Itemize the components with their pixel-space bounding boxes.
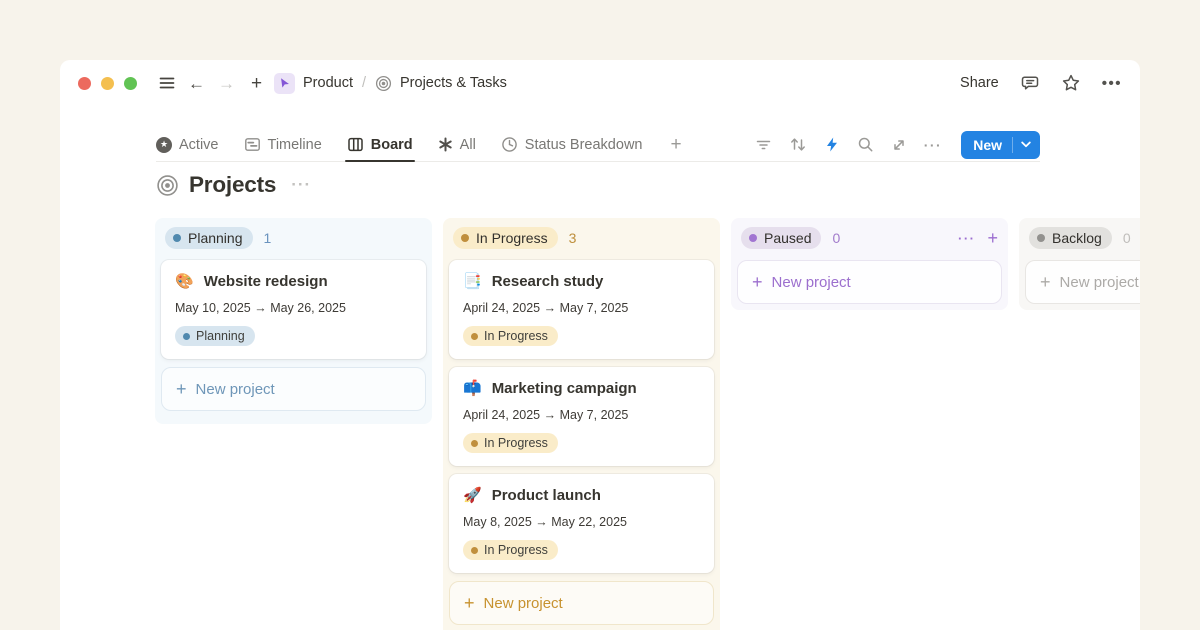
column-header: Paused 0 ··· + [737,224,1002,252]
card-status-badge: In Progress [463,326,558,346]
column-count: 1 [264,230,272,246]
tab-board[interactable]: Board [347,128,413,161]
status-dot [173,234,181,242]
search-icon[interactable] [857,136,874,153]
status-dot [1037,234,1045,242]
group-status-pill[interactable]: Paused [741,227,821,249]
column-count: 0 [832,230,840,246]
zoom-window-button[interactable] [124,77,137,90]
automation-lightning-icon[interactable] [824,136,840,153]
card-title: Product launch [492,487,601,504]
status-dot [183,333,190,340]
card-title: Research study [492,273,604,290]
board-icon [347,136,364,153]
status-dot [471,440,478,447]
sort-icon[interactable] [789,136,807,153]
column-count: 0 [1123,230,1131,246]
new-project-button[interactable]: + New project [737,260,1002,304]
page-title-menu-icon[interactable]: ··· [291,175,311,195]
status-dot [749,234,757,242]
expand-icon[interactable] [891,137,907,153]
app-window: ← → + Product / Projects & Tasks Share •… [60,60,1140,630]
forward-icon[interactable]: → [217,74,236,93]
new-button[interactable]: New [961,131,1040,159]
card-date-range: May 8, 2025 → May 22, 2025 [463,515,700,529]
sidebar-toggle-icon[interactable] [157,74,176,93]
column-header: Backlog 0 [1025,224,1140,252]
target-icon [375,75,392,92]
group-status-pill[interactable]: Planning [165,227,253,249]
card-title: Website redesign [204,273,328,290]
card-status-badge: Planning [175,326,255,346]
card-status-badge: In Progress [463,433,558,453]
group-status-pill[interactable]: Backlog [1029,227,1112,249]
card-emoji-icon: 📫 [463,381,482,396]
card-emoji-icon: 📑 [463,274,482,289]
plus-icon: + [752,272,763,293]
breadcrumb-workspace[interactable]: Product [303,75,353,91]
project-card[interactable]: 🚀 Product launch May 8, 2025 → May 22, 2… [449,474,714,573]
card-date-range: April 24, 2025 → May 7, 2025 [463,408,700,422]
plus-icon: + [464,593,475,614]
board-column-backlog: Backlog 0 + New project [1019,218,1140,310]
new-page-icon[interactable]: + [247,74,266,93]
comments-icon[interactable] [1020,73,1040,93]
minimize-window-button[interactable] [101,77,114,90]
breadcrumb-separator: / [362,75,366,91]
board-column-planning: Planning 1 🎨 Website redesign May 10, 20… [155,218,432,424]
plus-icon: + [176,379,187,400]
project-card[interactable]: 📑 Research study April 24, 2025 → May 7,… [449,260,714,359]
card-emoji-icon: 🎨 [175,274,194,289]
traffic-lights [78,77,137,90]
tab-active[interactable]: ★ Active [156,128,219,161]
target-icon [156,174,179,197]
board-column-paused: Paused 0 ··· + + New project [731,218,1008,310]
top-bar: ← → + Product / Projects & Tasks Share •… [60,60,1140,106]
tab-status-breakdown[interactable]: Status Breakdown [501,128,643,161]
column-header: Planning 1 [161,224,426,252]
status-dot [471,333,478,340]
board-column-in-progress: In Progress 3 📑 Research study April 24,… [443,218,720,630]
new-project-button[interactable]: + New project [1025,260,1140,304]
view-tabs-bar: ★ Active Timeline Board All [156,128,1040,162]
clock-icon [501,136,518,153]
card-date-range: April 24, 2025 → May 7, 2025 [463,301,700,315]
filter-icon[interactable] [755,136,772,153]
status-dot [471,547,478,554]
column-count: 3 [569,230,577,246]
back-icon[interactable]: ← [187,74,206,93]
group-status-pill[interactable]: In Progress [453,227,558,249]
column-options-icon[interactable]: ··· [958,231,976,246]
more-options-icon[interactable]: ••• [1102,75,1122,92]
column-header: In Progress 3 [449,224,714,252]
page-title: Projects [189,172,276,198]
asterisk-icon [438,137,453,152]
card-status-badge: In Progress [463,540,558,560]
tab-all[interactable]: All [438,128,476,161]
plus-icon: + [1040,272,1051,293]
tab-timeline[interactable]: Timeline [244,128,322,161]
new-project-button[interactable]: + New project [449,581,714,625]
view-options-icon[interactable]: ··· [924,137,943,153]
share-button[interactable]: Share [960,75,999,91]
breadcrumb-page[interactable]: Projects & Tasks [400,75,507,91]
star-circle-icon: ★ [156,137,172,153]
workspace-icon[interactable] [274,73,295,94]
card-title: Marketing campaign [492,380,637,397]
card-emoji-icon: 🚀 [463,488,482,503]
status-dot [461,234,469,242]
chevron-down-icon[interactable] [1012,137,1040,153]
page-header: Projects ··· [156,172,311,198]
close-window-button[interactable] [78,77,91,90]
card-date-range: May 10, 2025 → May 26, 2025 [175,301,412,315]
project-card[interactable]: 🎨 Website redesign May 10, 2025 → May 26… [161,260,426,359]
favorite-star-icon[interactable] [1061,73,1081,93]
add-view-icon[interactable]: + [670,134,681,156]
new-project-button[interactable]: + New project [161,367,426,411]
column-add-icon[interactable]: + [987,228,998,249]
project-card[interactable]: 📫 Marketing campaign April 24, 2025 → Ma… [449,367,714,466]
breadcrumb: Product / Projects & Tasks [274,73,507,94]
timeline-icon [244,136,261,153]
